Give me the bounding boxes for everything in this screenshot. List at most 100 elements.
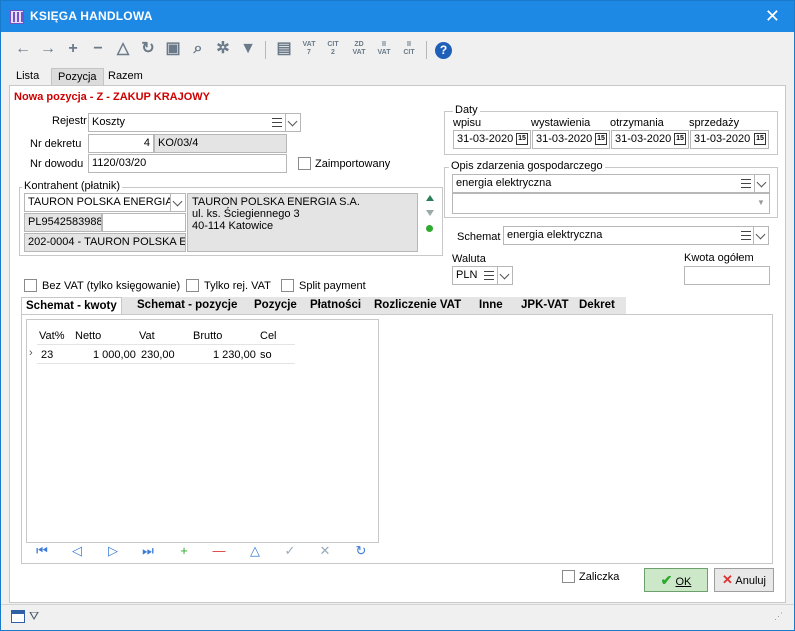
search-icon[interactable]: ⌕ xyxy=(187,39,209,59)
tab-razem[interactable]: Razem xyxy=(102,68,149,85)
schemat-dropdown-icon[interactable] xyxy=(753,226,769,245)
kontrahent-extra-field[interactable] xyxy=(102,213,186,232)
check-icon: ✔ xyxy=(660,572,673,588)
cell-netto[interactable]: 1 000,00 xyxy=(93,349,136,361)
zaimportowany-checkbox[interactable] xyxy=(298,157,311,170)
nav-delete-icon[interactable]: — xyxy=(211,543,227,558)
tylko-rej-vat-checkbox[interactable] xyxy=(186,279,199,292)
kontrahent-dropdown-icon[interactable] xyxy=(170,193,186,212)
nav-refresh-icon[interactable]: ↻ xyxy=(353,543,369,559)
zaliczka-checkbox[interactable] xyxy=(562,570,575,583)
rejestr-list-icon[interactable] xyxy=(272,118,282,127)
waluta-list-icon[interactable] xyxy=(484,271,494,280)
col-cel[interactable]: Cel xyxy=(260,330,277,342)
grid-container: Vat% Netto Vat Brutto Cel › 23 1 000,00 … xyxy=(21,314,773,564)
col-vat[interactable]: Vat xyxy=(139,330,155,342)
opis-dropdown-icon[interactable] xyxy=(754,174,770,193)
col-brutto[interactable]: Brutto xyxy=(193,330,222,342)
tab-schemat-kwoty[interactable]: Schemat - kwoty xyxy=(21,297,122,315)
vat-report-bottom: VAT xyxy=(377,49,391,56)
nav-next-icon[interactable]: ▷ xyxy=(105,543,121,559)
row-indicator-icon: › xyxy=(29,347,33,359)
schemat-label: Schemat xyxy=(457,231,501,243)
waluta-dropdown-icon[interactable] xyxy=(497,266,513,285)
remove-icon[interactable]: − xyxy=(87,39,109,59)
cit2-icon[interactable]: CIT 2 xyxy=(323,41,343,57)
document-icon[interactable]: ▤ xyxy=(273,39,295,59)
form-heading: Nowa pozycja - Z - ZAKUP KRAJOWY xyxy=(14,91,210,103)
title-bar: KSIĘGA HANDLOWA ✕ xyxy=(1,1,794,32)
cell-brutto[interactable]: 1 230,00 xyxy=(213,349,256,361)
resize-grip-icon[interactable]: ⋰ xyxy=(774,611,783,622)
help-icon[interactable]: ? xyxy=(435,42,452,59)
calendar-icon[interactable]: 15 xyxy=(516,133,528,145)
opis-list-icon[interactable] xyxy=(741,179,751,188)
print-icon[interactable]: ▣ xyxy=(162,39,184,59)
status-dot-icon xyxy=(426,225,433,232)
vat-grid: Vat% Netto Vat Brutto Cel › 23 1 000,00 … xyxy=(26,319,379,543)
nr-dekretu-number[interactable]: 4 xyxy=(88,134,154,153)
zd-vat-icon[interactable]: ZD VAT xyxy=(349,41,369,57)
calendar-icon[interactable]: 15 xyxy=(674,133,686,145)
kwota-input[interactable] xyxy=(684,266,770,285)
edit-triangle-icon[interactable]: △ xyxy=(112,39,134,59)
calendar-icon[interactable]: 15 xyxy=(595,133,607,145)
tab-jpk-vat[interactable]: JPK-VAT xyxy=(521,299,569,311)
nav-first-icon[interactable]: ⏮ xyxy=(34,543,50,559)
waluta-label: Waluta xyxy=(452,253,486,265)
nav-prev-icon[interactable]: ◁ xyxy=(69,543,85,559)
back-arrow-icon[interactable]: ← xyxy=(12,39,34,59)
bez-vat-checkbox[interactable] xyxy=(24,279,37,292)
tab-inne[interactable]: Inne xyxy=(479,299,503,311)
filter-icon[interactable]: ▼ xyxy=(237,39,259,59)
toolbar-separator xyxy=(265,41,266,59)
scroll-down-icon[interactable] xyxy=(426,210,434,216)
nav-add-icon[interactable]: + xyxy=(176,543,192,558)
rejestr-select[interactable]: Koszty xyxy=(88,113,270,132)
opis-input[interactable]: energia elektryczna xyxy=(452,174,752,193)
add-icon[interactable]: + xyxy=(62,39,84,59)
vat7-bottom: 7 xyxy=(307,49,311,56)
forward-arrow-icon[interactable]: → xyxy=(37,39,59,59)
tab-lista[interactable]: Lista xyxy=(10,68,45,85)
cell-vat[interactable]: 230,00 xyxy=(141,349,175,361)
daty-label-wpisu: wpisu xyxy=(453,117,482,129)
nav-edit-icon[interactable]: △ xyxy=(247,543,263,559)
ok-button[interactable]: ✔ OK xyxy=(644,568,708,592)
anuluj-button[interactable]: ✕ Anuluj xyxy=(714,568,774,592)
ok-label: OK xyxy=(675,576,692,588)
schemat-list-icon[interactable] xyxy=(741,231,751,240)
nav-accept-icon[interactable]: ✓ xyxy=(282,543,298,559)
tab-schemat-pozycje[interactable]: Schemat - pozycje xyxy=(137,299,237,311)
cit-report-icon[interactable]: II CIT xyxy=(399,41,419,57)
vat-report-top: II xyxy=(382,41,386,48)
nav-cancel-icon[interactable]: ✕ xyxy=(317,543,333,559)
opis-scroll-icon[interactable]: ▼ xyxy=(756,198,766,207)
opis-extra-field[interactable] xyxy=(452,193,770,214)
nr-dowodu-input[interactable]: 1120/03/20 xyxy=(88,154,287,173)
vat7-icon[interactable]: VAT 7 xyxy=(299,41,319,57)
grid-view-icon[interactable] xyxy=(11,610,25,623)
tab-rozliczenie-vat[interactable]: Rozliczenie VAT xyxy=(374,299,461,311)
tab-pozycja[interactable]: Pozycja xyxy=(51,68,104,85)
kontrahent-select[interactable]: TAURON POLSKA ENERGIA S.A. xyxy=(24,193,170,212)
close-icon[interactable]: ✕ xyxy=(765,6,780,27)
schemat-select[interactable]: energia elektryczna xyxy=(503,226,753,245)
rejestr-dropdown-icon[interactable] xyxy=(285,113,301,132)
filter-settings-icon[interactable]: ⛛ xyxy=(29,609,39,624)
nr-dekretu-label: Nr dekretu xyxy=(30,138,82,150)
cell-cel[interactable]: so xyxy=(260,349,272,361)
scroll-up-icon[interactable] xyxy=(426,195,434,201)
tab-platnosci[interactable]: Płatności xyxy=(310,299,361,311)
nav-last-icon[interactable]: ⏭ xyxy=(140,543,156,559)
settings-icon[interactable]: ✲ xyxy=(212,39,234,59)
split-payment-checkbox[interactable] xyxy=(281,279,294,292)
tab-dekret[interactable]: Dekret xyxy=(579,299,615,311)
refresh-icon[interactable]: ↻ xyxy=(137,39,159,59)
calendar-icon[interactable]: 15 xyxy=(754,133,766,145)
col-netto[interactable]: Netto xyxy=(75,330,101,342)
tab-pozycje[interactable]: Pozycje xyxy=(254,299,297,311)
cell-vat-percent[interactable]: 23 xyxy=(41,349,53,361)
vat-report-icon[interactable]: II VAT xyxy=(374,41,394,57)
col-vat-percent[interactable]: Vat% xyxy=(39,330,64,342)
